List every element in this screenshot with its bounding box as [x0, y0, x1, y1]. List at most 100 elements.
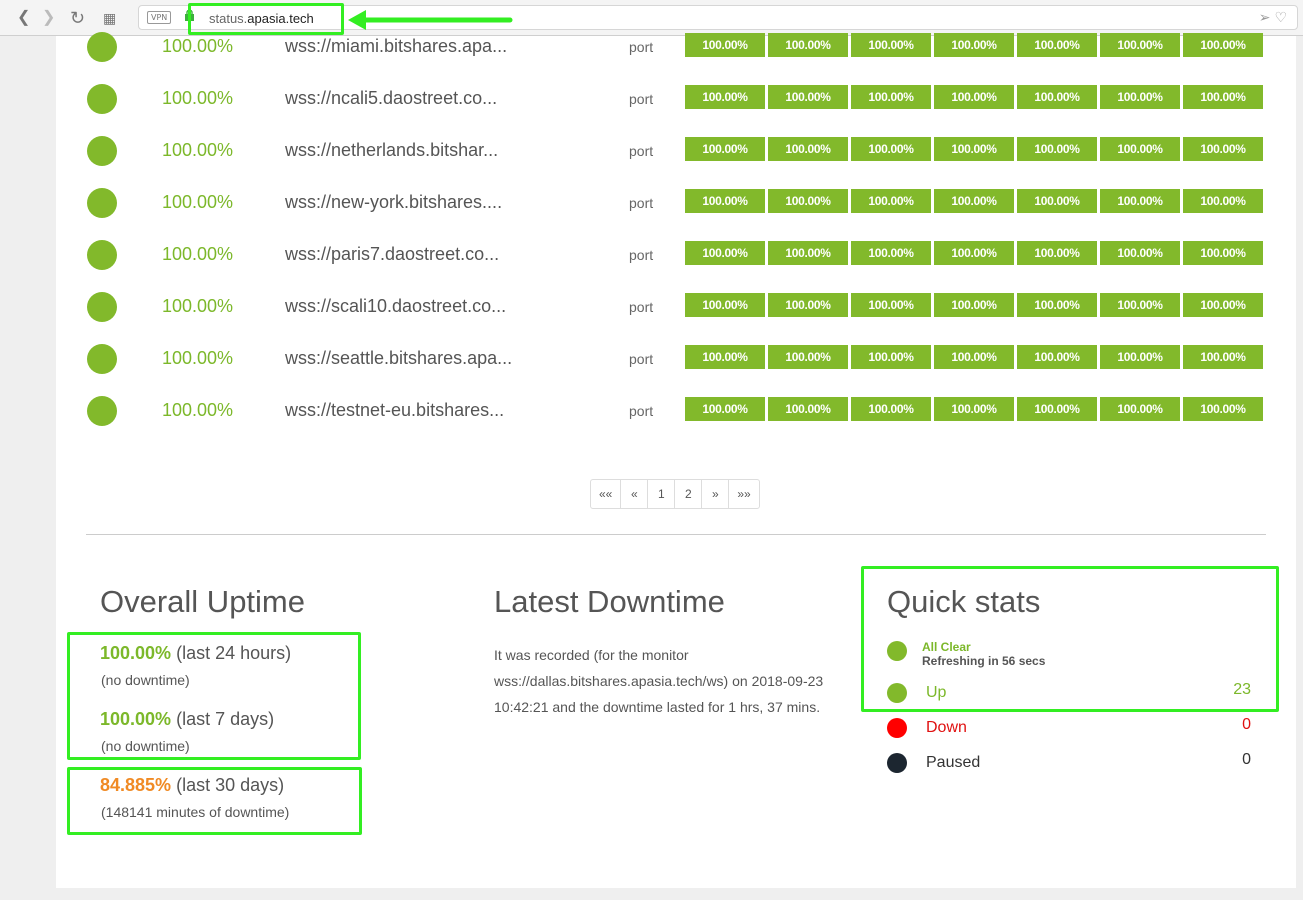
status-dot-icon	[87, 84, 117, 114]
page-2[interactable]: 2	[675, 480, 703, 508]
uptime-cell[interactable]: 100.00%	[768, 33, 848, 57]
monitor-uptime: 100.00%	[162, 244, 234, 264]
uptime-cell[interactable]: 100.00%	[685, 137, 765, 161]
uptime-cell[interactable]: 100.00%	[1017, 293, 1097, 317]
uptime-cell[interactable]: 100.00%	[1017, 189, 1097, 213]
monitor-uptime: 100.00%	[162, 88, 234, 108]
uptime-cell[interactable]: 100.00%	[851, 137, 931, 161]
monitor-row: 100.00% wss://ncali5.daostreet.co... port 1…	[56, 84, 1296, 136]
uptime-cell[interactable]: 100.00%	[1017, 137, 1097, 161]
uptime-cell[interactable]: 100.00%	[934, 293, 1014, 317]
forward-icon[interactable]: ❯	[42, 8, 55, 28]
uptime-cell[interactable]: 100.00%	[934, 189, 1014, 213]
uptime-cell[interactable]: 100.00%	[934, 241, 1014, 265]
monitor-name[interactable]: wss://seattle.bitshares.apa...	[285, 348, 555, 369]
uptime-cell[interactable]: 100.00%	[768, 137, 848, 161]
uptime-cell[interactable]: 100.00%	[1017, 241, 1097, 265]
uptime-cell[interactable]: 100.00%	[934, 397, 1014, 421]
uptime-cell[interactable]: 100.00%	[685, 345, 765, 369]
uptime-cell[interactable]: 100.00%	[768, 85, 848, 109]
monitor-uptime: 100.00%	[162, 192, 234, 212]
monitor-type: port	[629, 143, 654, 159]
uptime-cell[interactable]: 100.00%	[768, 293, 848, 317]
uptime-cell[interactable]: 100.00%	[1100, 397, 1180, 421]
uptime-cell[interactable]: 100.00%	[851, 397, 931, 421]
page-prev[interactable]: «	[621, 480, 649, 508]
uptime-cell[interactable]: 100.00%	[1100, 345, 1180, 369]
uptime-cell[interactable]: 100.00%	[851, 345, 931, 369]
uptime-cell[interactable]: 100.00%	[1183, 137, 1263, 161]
vpn-badge[interactable]: VPN	[147, 11, 172, 24]
uptime-cell[interactable]: 100.00%	[851, 189, 931, 213]
paused-count: 0	[1242, 751, 1251, 768]
uptime-cell[interactable]: 100.00%	[1183, 189, 1263, 213]
monitor-name[interactable]: wss://new-york.bitshares....	[285, 192, 555, 213]
divider	[86, 534, 1266, 535]
monitor-name[interactable]: wss://scali10.daostreet.co...	[285, 296, 555, 317]
monitor-row: 100.00% wss://scali10.daostreet.co... port…	[56, 292, 1296, 344]
status-dot-icon	[87, 396, 117, 426]
uptime-cell[interactable]: 100.00%	[1183, 345, 1263, 369]
uptime-cell[interactable]: 100.00%	[934, 85, 1014, 109]
monitor-type: port	[629, 195, 654, 211]
uptime-cell[interactable]: 100.00%	[1100, 137, 1180, 161]
status-dot-icon	[87, 240, 117, 270]
down-count: 0	[1242, 716, 1251, 733]
uptime-cell[interactable]: 100.00%	[685, 33, 765, 57]
uptime-cell[interactable]: 100.00%	[685, 293, 765, 317]
down-label: Down	[926, 719, 967, 736]
monitor-name[interactable]: wss://testnet-eu.bitshares...	[285, 400, 555, 421]
uptime-history: 100.00% 100.00% 100.00% 100.00% 100.00% 100.0…	[685, 189, 1263, 213]
back-icon[interactable]: ❮	[17, 8, 30, 28]
uptime-highlight-box	[67, 632, 361, 760]
send-heart-icons[interactable]: ➢♡	[1259, 9, 1291, 26]
monitor-name[interactable]: wss://ncali5.daostreet.co...	[285, 88, 555, 109]
reload-icon[interactable]: ↻	[70, 8, 85, 28]
uptime-cell[interactable]: 100.00%	[685, 189, 765, 213]
uptime-cell[interactable]: 100.00%	[934, 137, 1014, 161]
page-last[interactable]: »»	[729, 480, 758, 508]
uptime-cell[interactable]: 100.00%	[1100, 293, 1180, 317]
uptime-cell[interactable]: 100.00%	[1017, 345, 1097, 369]
uptime-cell[interactable]: 100.00%	[1183, 33, 1263, 57]
uptime-cell[interactable]: 100.00%	[1017, 85, 1097, 109]
monitor-name[interactable]: wss://miami.bitshares.apa...	[285, 36, 555, 57]
uptime-cell[interactable]: 100.00%	[851, 85, 931, 109]
page-next[interactable]: »	[702, 480, 730, 508]
monitor-type: port	[629, 39, 654, 55]
monitor-uptime: 100.00%	[162, 296, 234, 316]
uptime-cell[interactable]: 100.00%	[685, 85, 765, 109]
page-first[interactable]: ««	[591, 480, 622, 508]
paused-status-icon	[887, 753, 907, 773]
uptime-cell[interactable]: 100.00%	[1100, 85, 1180, 109]
uptime-cell[interactable]: 100.00%	[934, 33, 1014, 57]
monitor-type: port	[629, 403, 654, 419]
uptime-cell[interactable]: 100.00%	[851, 33, 931, 57]
tabs-grid-icon[interactable]: ▦	[103, 8, 116, 28]
uptime-cell[interactable]: 100.00%	[1100, 33, 1180, 57]
monitor-uptime: 100.00%	[162, 348, 234, 368]
uptime-cell[interactable]: 100.00%	[768, 397, 848, 421]
uptime-cell[interactable]: 100.00%	[1100, 189, 1180, 213]
uptime-cell[interactable]: 100.00%	[1183, 241, 1263, 265]
uptime-cell[interactable]: 100.00%	[768, 345, 848, 369]
monitor-type: port	[629, 91, 654, 107]
monitor-name[interactable]: wss://paris7.daostreet.co...	[285, 244, 555, 265]
uptime-cell[interactable]: 100.00%	[685, 397, 765, 421]
uptime-cell[interactable]: 100.00%	[1017, 397, 1097, 421]
uptime-cell[interactable]: 100.00%	[1183, 397, 1263, 421]
page-1[interactable]: 1	[648, 480, 676, 508]
monitor-name[interactable]: wss://netherlands.bitshar...	[285, 140, 555, 161]
uptime-cell[interactable]: 100.00%	[1100, 241, 1180, 265]
uptime-cell[interactable]: 100.00%	[851, 241, 931, 265]
uptime-cell[interactable]: 100.00%	[1183, 293, 1263, 317]
uptime-cell[interactable]: 100.00%	[1183, 85, 1263, 109]
monitor-type: port	[629, 351, 654, 367]
uptime-cell[interactable]: 100.00%	[768, 241, 848, 265]
uptime-history: 100.00% 100.00% 100.00% 100.00% 100.00% 100.0…	[685, 85, 1263, 109]
uptime-cell[interactable]: 100.00%	[1017, 33, 1097, 57]
uptime-cell[interactable]: 100.00%	[851, 293, 931, 317]
uptime-cell[interactable]: 100.00%	[685, 241, 765, 265]
uptime-cell[interactable]: 100.00%	[934, 345, 1014, 369]
uptime-cell[interactable]: 100.00%	[768, 189, 848, 213]
